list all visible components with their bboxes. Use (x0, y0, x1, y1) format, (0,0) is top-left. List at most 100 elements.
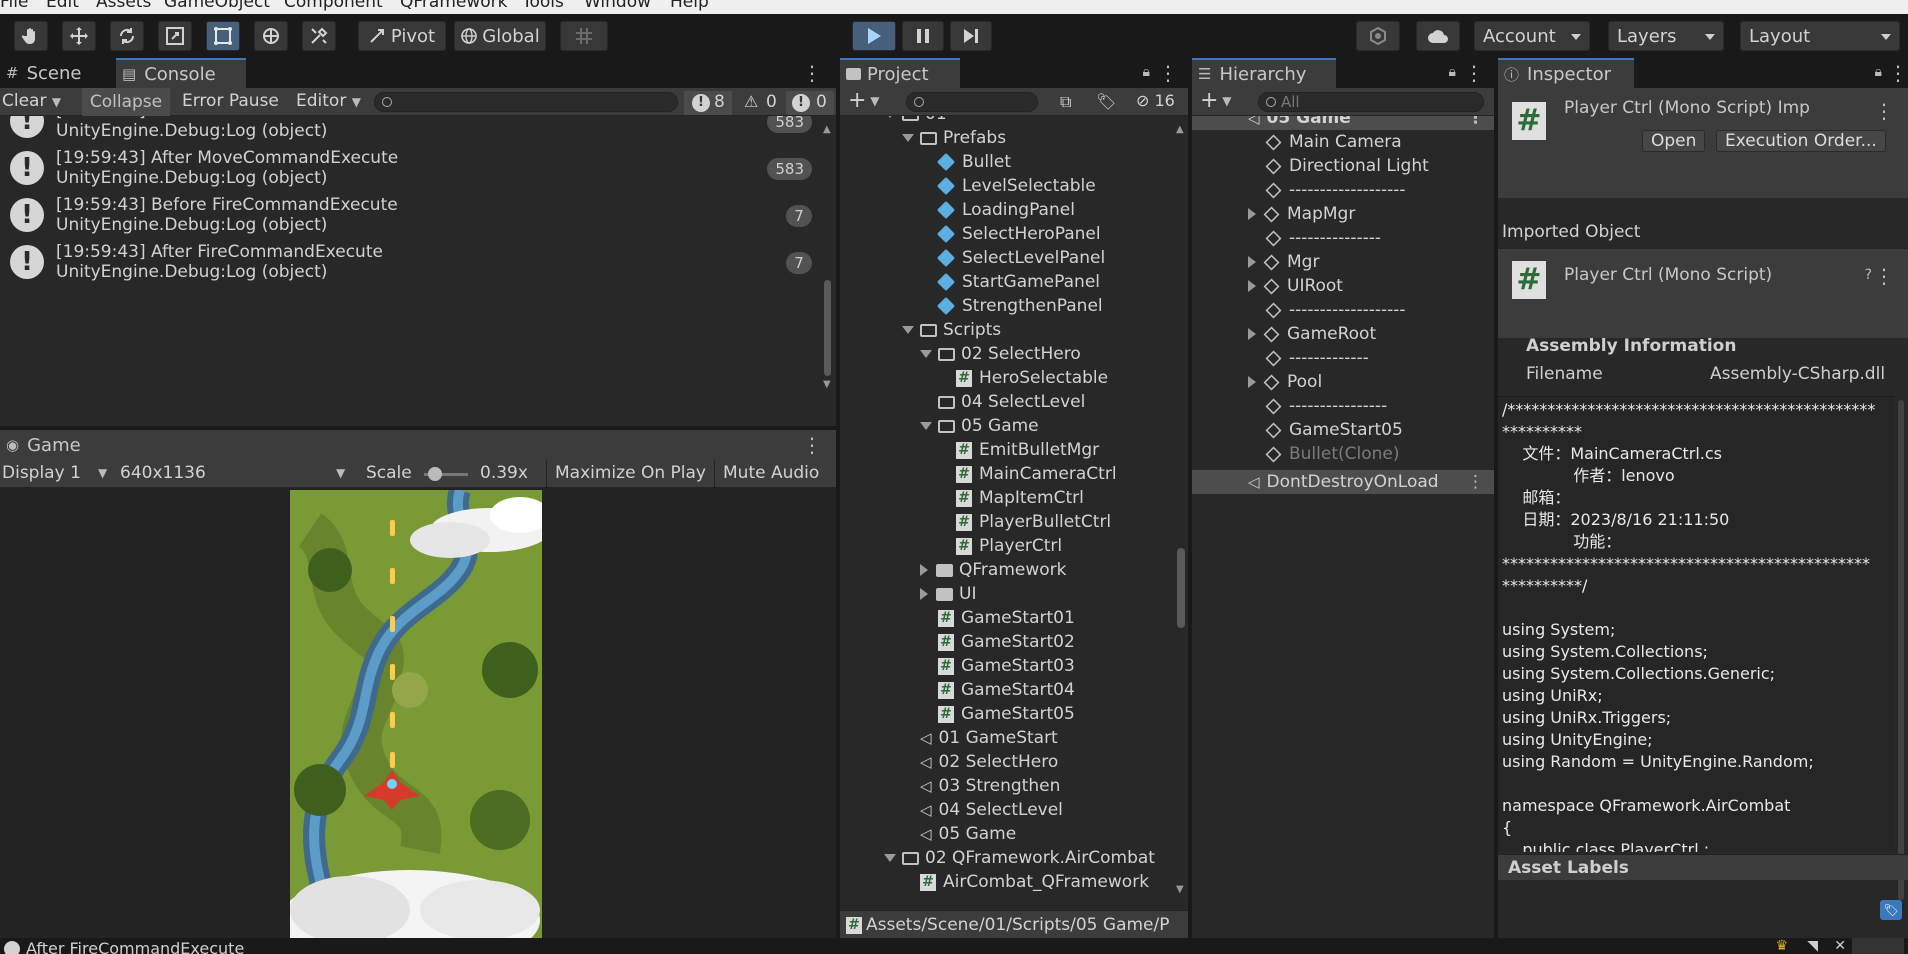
project-item[interactable]: SelectHeroPanel (840, 222, 1174, 246)
inspector-lock-icon[interactable]: 🔒︎ (1875, 64, 1882, 80)
project-item[interactable]: StrengthenPanel (840, 294, 1174, 318)
expand-arrow-icon[interactable] (1248, 208, 1256, 220)
project-item[interactable]: StartGamePanel (840, 270, 1174, 294)
collapse-arrow-icon[interactable] (920, 564, 928, 576)
menu-item-4[interactable]: Component (284, 0, 383, 12)
project-item[interactable]: ◁ 04 SelectLevel (840, 798, 1174, 822)
error-pause-button[interactable]: Error Pause (182, 91, 279, 111)
warn-count-toggle[interactable]: ⚠ 0 (740, 91, 788, 115)
expand-arrow-icon[interactable] (1248, 256, 1256, 268)
imported-context-icon[interactable]: ⋮ (1874, 263, 1894, 289)
project-item[interactable]: Scripts (840, 318, 1174, 342)
tab-inspector[interactable]: ⓘ Inspector (1498, 58, 1634, 88)
move-tool-icon[interactable] (62, 21, 96, 51)
project-item[interactable]: 04 SelectLevel (840, 390, 1174, 414)
clear-button[interactable]: Clear ▼ (2, 91, 61, 111)
scale-slider-thumb[interactable] (428, 467, 442, 481)
step-button[interactable] (950, 21, 992, 51)
inspector-context-icon[interactable]: ⋮ (1874, 98, 1894, 124)
game-menu-icon[interactable]: ⋮ (802, 432, 822, 458)
log-count-toggle[interactable]: ! 8 (684, 91, 732, 115)
project-item[interactable]: LoadingPanel (840, 198, 1174, 222)
project-item[interactable]: # GameStart05 (840, 702, 1174, 726)
collapse-arrow-icon[interactable] (920, 588, 928, 600)
hidden-packages-toggle[interactable]: ⊘ 16 (1136, 91, 1175, 110)
global-toggle[interactable]: Global (454, 21, 546, 51)
game-viewport[interactable] (0, 490, 836, 938)
create-button[interactable]: + ▼ (848, 88, 879, 114)
tab-project[interactable]: Project (840, 58, 960, 88)
expand-arrow-icon[interactable] (884, 854, 896, 862)
error-count-toggle[interactable]: ! 0 (786, 91, 834, 115)
hierarchy-item[interactable]: GameRoot (1192, 322, 1494, 346)
hierarchy-item[interactable]: MapMgr (1192, 202, 1494, 226)
project-scrollbar[interactable]: ▲ ▼ (1174, 124, 1186, 904)
project-item[interactable]: ◁ 02 SelectHero (840, 750, 1174, 774)
project-item[interactable]: # PlayerBulletCtrl (840, 510, 1174, 534)
expand-arrow-icon[interactable] (1248, 376, 1256, 388)
scale-tool-icon[interactable] (158, 21, 192, 51)
project-item[interactable]: 05 Game (840, 414, 1174, 438)
hierarchy-item[interactable]: UIRoot (1192, 274, 1494, 298)
project-item[interactable]: # GameStart01 (840, 606, 1174, 630)
log-entry[interactable]: ! [19:59:43] After MoveCommandExecute Unit… (0, 145, 820, 192)
hierarchy-item[interactable]: GameStart05 (1192, 418, 1494, 442)
hierarchy-item[interactable]: --------------- (1192, 226, 1494, 250)
project-item[interactable]: ◁ 03 Strengthen (840, 774, 1174, 798)
project-item[interactable]: Prefabs (840, 126, 1174, 150)
menu-item-2[interactable]: Assets (96, 0, 151, 12)
scene-menu-icon[interactable]: ⋮ (1467, 470, 1484, 494)
hierarchy-item[interactable]: Mgr (1192, 250, 1494, 274)
hierarchy-item[interactable]: ------------------- (1192, 178, 1494, 202)
pause-button[interactable] (902, 21, 944, 51)
collab-icon[interactable] (1356, 21, 1400, 51)
maximize-on-play-toggle[interactable]: Maximize On Play (546, 460, 714, 488)
grid-snap-icon[interactable] (560, 21, 608, 51)
log-entry[interactable]: ! [19:59:43] After InCameraBorderCommandE… (0, 116, 820, 145)
layout-dropdown[interactable]: Layout (1740, 21, 1900, 51)
hierarchy-menu-icon[interactable]: ⋮ (1464, 60, 1484, 86)
project-item[interactable]: ◁ 01 GameStart (840, 726, 1174, 750)
menu-item-6[interactable]: Tools (522, 0, 564, 12)
asset-label-icon[interactable]: 🏷︎ (1880, 900, 1902, 920)
status-message[interactable]: After FireCommandExecute (26, 939, 244, 954)
project-item[interactable]: # HeroSelectable (840, 366, 1174, 390)
hierarchy-scene[interactable]: ◁ 05 Game ⋮ (1192, 116, 1494, 130)
project-item[interactable]: SelectLevelPanel (840, 246, 1174, 270)
rotate-tool-icon[interactable] (110, 21, 144, 51)
project-item[interactable]: QFramework (840, 558, 1174, 582)
expand-arrow-icon[interactable] (920, 422, 932, 430)
project-item[interactable]: # MainCameraCtrl (840, 462, 1174, 486)
inspector-scrollbar[interactable] (1896, 396, 1906, 916)
hand-tool-icon[interactable] (14, 21, 48, 51)
project-item[interactable]: ◁ 05 Game (840, 822, 1174, 846)
hierarchy-lock-icon[interactable]: 🔒︎ (1449, 64, 1456, 80)
project-item[interactable]: # AirCombat_QFramework (840, 870, 1174, 894)
hierarchy-item[interactable]: ------------------- (1192, 298, 1494, 322)
project-item[interactable]: # GameStart03 (840, 654, 1174, 678)
hierarchy-item[interactable]: Main Camera (1192, 130, 1494, 154)
hierarchy-item[interactable]: ------------- (1192, 346, 1494, 370)
tab-hierarchy[interactable]: ☰ Hierarchy (1192, 58, 1336, 88)
log-entry[interactable]: ! [19:59:43] After FireCommandExecute Unit… (0, 239, 820, 286)
project-item[interactable]: LevelSelectable (840, 174, 1174, 198)
help-icon[interactable]: ? (1865, 267, 1872, 283)
play-button[interactable] (852, 21, 896, 51)
project-item[interactable]: Bullet (840, 150, 1174, 174)
project-item[interactable]: # GameStart02 (840, 630, 1174, 654)
scale-slider[interactable] (424, 467, 468, 481)
console-search-input[interactable] (374, 92, 678, 112)
log-entry[interactable]: ! [19:59:43] Before FireCommandExecute Uni… (0, 192, 820, 239)
account-dropdown[interactable]: Account (1474, 21, 1590, 51)
execution-order-button[interactable]: Execution Order... (1716, 130, 1886, 152)
project-item[interactable]: # MapItemCtrl (840, 486, 1174, 510)
menu-item-0[interactable]: File (0, 0, 28, 12)
project-item[interactable]: 02 SelectHero (840, 342, 1174, 366)
hierarchy-create-button[interactable]: + ▼ (1200, 88, 1231, 114)
hierarchy-item[interactable]: ---------------- (1192, 394, 1494, 418)
project-item[interactable]: # GameStart04 (840, 678, 1174, 702)
project-item[interactable]: UI (840, 582, 1174, 606)
hierarchy-item[interactable]: Pool (1192, 370, 1494, 394)
lock-icon[interactable]: 🔒︎ (1143, 64, 1150, 80)
rect-tool-icon[interactable] (206, 21, 240, 51)
